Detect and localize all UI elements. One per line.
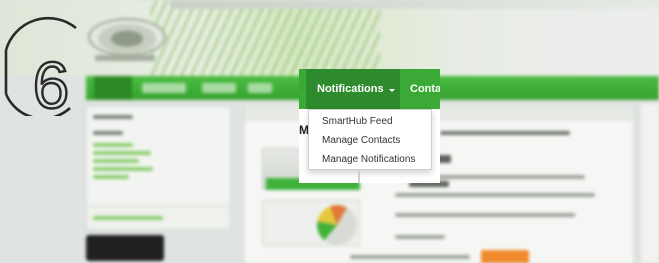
menu-item-manage-contacts[interactable]: Manage Contacts bbox=[322, 135, 400, 146]
highlighted-nav-bar: Notifications Conta bbox=[299, 69, 440, 109]
content-text bbox=[395, 213, 575, 217]
circled-six-icon: 6 bbox=[4, 16, 77, 116]
menu-item-manage-notifications[interactable]: Manage Notifications bbox=[322, 154, 415, 165]
tab-contacts-label: Conta bbox=[410, 83, 440, 95]
panel-title bbox=[93, 115, 133, 119]
panel-subtitle bbox=[93, 131, 123, 135]
list-item[interactable] bbox=[93, 151, 151, 155]
divider bbox=[358, 170, 360, 183]
logo-icon bbox=[88, 18, 166, 56]
nav-home-tab[interactable] bbox=[94, 76, 132, 100]
step-number-badge: 6 bbox=[0, 8, 86, 116]
app-store-badge[interactable] bbox=[86, 235, 164, 261]
list-item[interactable] bbox=[93, 175, 129, 179]
logo-text bbox=[95, 55, 155, 61]
header-decoration bbox=[150, 0, 380, 80]
content-text bbox=[350, 255, 470, 259]
content-text bbox=[395, 193, 595, 197]
caret-down-icon bbox=[388, 88, 395, 92]
notifications-dropdown-menu: SmartHub Feed Manage Contacts Manage Not… bbox=[308, 109, 432, 170]
nav-item[interactable] bbox=[142, 83, 186, 93]
tab-notifications[interactable]: Notifications bbox=[306, 69, 400, 109]
list-item[interactable] bbox=[93, 143, 133, 147]
right-sidebar bbox=[640, 104, 659, 263]
tab-contacts[interactable]: Conta bbox=[410, 69, 440, 109]
content-heading bbox=[440, 131, 570, 135]
top-utility-bar bbox=[170, 0, 659, 9]
step-number: 6 bbox=[33, 48, 70, 116]
content-text bbox=[395, 235, 445, 239]
action-button[interactable] bbox=[481, 250, 529, 263]
tab-notifications-label: Notifications bbox=[317, 83, 384, 95]
menu-item-smarthub-feed[interactable]: SmartHub Feed bbox=[322, 116, 393, 127]
side-link-panel bbox=[86, 205, 231, 230]
usage-gauge-image bbox=[262, 200, 360, 246]
list-item[interactable] bbox=[93, 167, 153, 171]
list-item[interactable] bbox=[93, 159, 139, 163]
nav-item[interactable] bbox=[248, 83, 272, 93]
nav-item[interactable] bbox=[202, 83, 236, 93]
gauge-icon bbox=[317, 205, 357, 245]
